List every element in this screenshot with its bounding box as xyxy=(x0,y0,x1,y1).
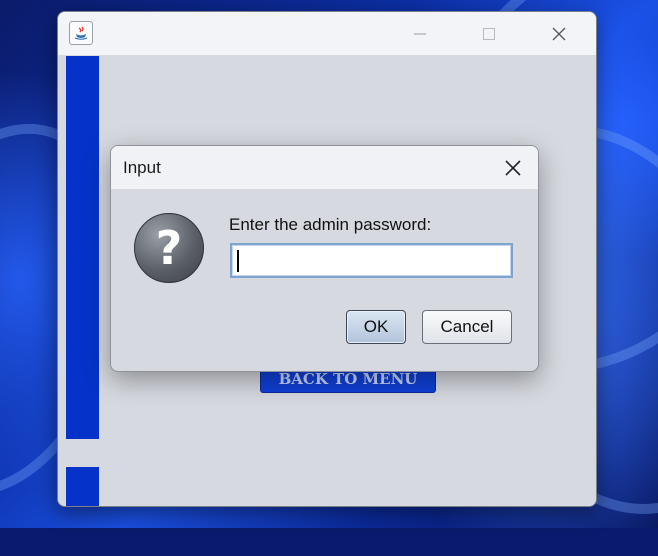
cancel-button[interactable]: Cancel xyxy=(422,310,512,344)
app-titlebar[interactable] xyxy=(58,12,596,55)
close-icon xyxy=(505,160,521,176)
minimize-icon xyxy=(414,33,426,34)
side-panel xyxy=(66,56,99,439)
side-panel-bottom xyxy=(66,467,99,506)
java-app-icon xyxy=(69,21,93,45)
dialog-titlebar[interactable]: Input xyxy=(111,146,538,189)
dialog-title: Input xyxy=(123,158,161,177)
minimize-button[interactable] xyxy=(397,12,443,55)
maximize-icon xyxy=(483,27,495,40)
close-icon xyxy=(552,27,566,40)
text-caret xyxy=(237,250,239,272)
dialog-close-button[interactable] xyxy=(497,152,529,184)
ok-button[interactable]: OK xyxy=(346,310,406,344)
question-icon: ? xyxy=(134,213,204,283)
close-button[interactable] xyxy=(536,12,582,55)
password-input[interactable] xyxy=(230,243,513,278)
password-prompt: Enter the admin password: xyxy=(229,215,432,234)
maximize-button[interactable] xyxy=(466,12,512,55)
input-dialog[interactable]: Input ? Enter the admin password: OK Can… xyxy=(110,145,539,372)
